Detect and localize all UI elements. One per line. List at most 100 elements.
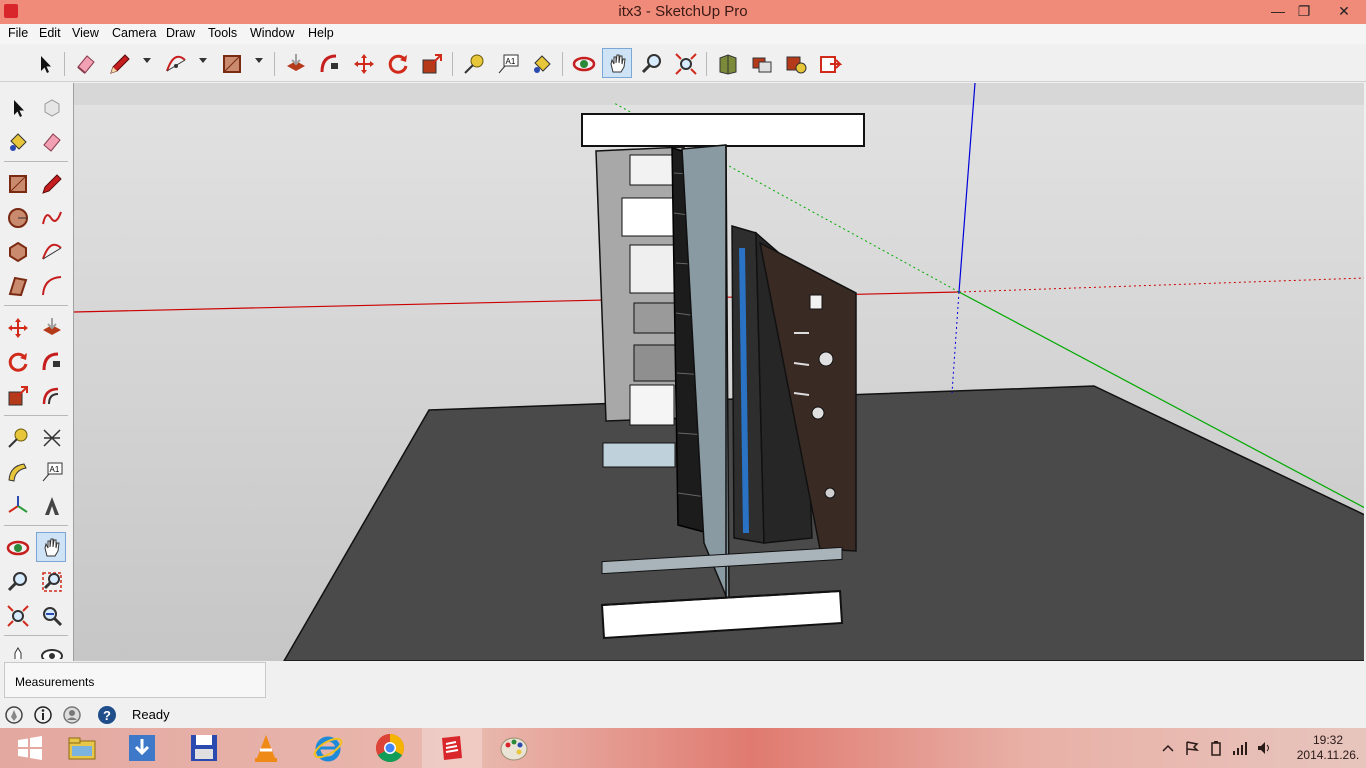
3d-warehouse-icon[interactable] (712, 48, 742, 78)
follow-me-icon[interactable] (314, 48, 344, 78)
downloads-icon[interactable] (112, 728, 172, 768)
zoom-icon[interactable] (636, 48, 666, 78)
toolbar-separator (562, 52, 563, 76)
scale-icon[interactable] (2, 380, 32, 410)
vlc-icon[interactable] (236, 728, 296, 768)
text-icon[interactable]: A1 (36, 456, 66, 486)
help-icon[interactable]: ? (97, 705, 117, 725)
arc-icon[interactable] (160, 48, 190, 78)
menu-window[interactable]: Window (250, 26, 294, 40)
clock-time: 19:32 (1312, 733, 1344, 747)
toolbar-separator (4, 635, 68, 636)
user-icon[interactable] (62, 705, 82, 725)
file-explorer-icon[interactable] (52, 728, 112, 768)
restore-button[interactable]: ❐ (1290, 0, 1318, 22)
polygon-icon[interactable] (2, 236, 32, 266)
internet-explorer-icon[interactable] (298, 728, 358, 768)
io-port (629, 384, 675, 426)
io-port (621, 197, 679, 237)
menu-draw[interactable]: Draw (166, 26, 195, 40)
eraser-icon[interactable] (70, 48, 100, 78)
menu-help[interactable]: Help (308, 26, 334, 40)
menu-tools[interactable]: Tools (208, 26, 237, 40)
rectangle-icon[interactable] (2, 168, 32, 198)
look-around-icon[interactable] (36, 640, 66, 660)
action-center-icon[interactable] (1184, 740, 1200, 756)
paint-bucket-icon[interactable] (2, 126, 32, 156)
measurements-box[interactable]: Measurements (4, 662, 266, 698)
io-port (629, 244, 681, 294)
circle-icon[interactable] (2, 202, 32, 232)
tape-measure-icon[interactable] (458, 48, 488, 78)
menu-camera[interactable]: Camera (112, 26, 156, 40)
taskbar-clock[interactable]: 19:32 2014.11.26. (1296, 733, 1360, 763)
move-icon[interactable] (348, 48, 378, 78)
zoom-extents-icon[interactable] (670, 48, 700, 78)
make-component-icon[interactable] (36, 92, 66, 122)
eraser-icon[interactable] (36, 126, 66, 156)
minimize-button[interactable]: — (1264, 0, 1292, 22)
toolbar-separator (452, 52, 453, 76)
sketchup-icon[interactable] (422, 728, 482, 768)
toolbar-separator (4, 415, 68, 416)
pan-icon[interactable] (602, 48, 632, 78)
select-icon[interactable] (28, 48, 58, 78)
menu-view[interactable]: View (72, 26, 99, 40)
show-hidden-icons-icon[interactable] (1160, 740, 1176, 756)
rotate-icon[interactable] (2, 346, 32, 376)
status-bar: ? Ready (0, 703, 1366, 727)
protractor-icon[interactable] (2, 456, 32, 486)
power-icon[interactable] (1208, 740, 1224, 756)
push-pull-icon[interactable] (280, 48, 310, 78)
layout-icon[interactable] (814, 48, 844, 78)
rotate-icon[interactable] (382, 48, 412, 78)
paint-bucket-icon[interactable] (526, 48, 556, 78)
text-icon[interactable]: A1 (492, 48, 522, 78)
zoom-icon[interactable] (2, 566, 32, 596)
axes-icon[interactable] (2, 490, 32, 520)
move-icon[interactable] (2, 312, 32, 342)
two-point-arc-icon[interactable] (36, 270, 66, 300)
zoom-window-icon[interactable] (36, 566, 66, 596)
3d-text-icon[interactable] (36, 490, 66, 520)
extension-warehouse-icon[interactable] (780, 48, 810, 78)
freehand-icon[interactable] (36, 202, 66, 232)
arc-icon[interactable] (36, 236, 66, 266)
pencil-dropdown-arrow[interactable] (143, 58, 151, 63)
push-pull-icon[interactable] (36, 312, 66, 342)
menu-bar: File Edit View Camera Draw Tools Window … (0, 24, 1366, 44)
arc-dropdown-arrow[interactable] (199, 58, 207, 63)
rectangle-icon[interactable] (216, 48, 246, 78)
start-icon[interactable] (0, 728, 60, 768)
menu-file[interactable]: File (8, 26, 28, 40)
credits-icon[interactable] (33, 705, 53, 725)
position-camera-icon[interactable] (2, 640, 32, 660)
rectangle-dropdown-arrow[interactable] (255, 58, 263, 63)
save-icon[interactable] (174, 728, 234, 768)
paint-icon[interactable] (484, 728, 544, 768)
rotated-rectangle-icon[interactable] (2, 270, 32, 300)
chrome-icon[interactable] (360, 728, 420, 768)
offset-icon[interactable] (36, 380, 66, 410)
tape-measure-icon[interactable] (2, 422, 32, 452)
dimension-icon[interactable] (36, 422, 66, 452)
components-icon[interactable] (746, 48, 776, 78)
menu-edit[interactable]: Edit (39, 26, 61, 40)
orbit-icon[interactable] (568, 48, 598, 78)
pan-icon[interactable] (36, 532, 66, 562)
orbit-icon[interactable] (2, 532, 32, 562)
pencil-icon[interactable] (104, 48, 134, 78)
line-icon[interactable] (36, 168, 66, 198)
zoom-extents-icon[interactable] (2, 600, 32, 630)
svg-text:A1: A1 (50, 465, 60, 474)
modeling-viewport[interactable] (73, 83, 1364, 661)
geo-location-icon[interactable] (4, 705, 24, 725)
select-icon[interactable] (2, 92, 32, 122)
close-button[interactable]: ✕ (1326, 0, 1362, 22)
volume-icon[interactable] (1256, 740, 1272, 756)
network-icon[interactable] (1232, 740, 1248, 756)
toolbar-separator (64, 52, 65, 76)
follow-me-icon[interactable] (36, 346, 66, 376)
previous-view-icon[interactable] (36, 600, 66, 630)
scale-icon[interactable] (416, 48, 446, 78)
